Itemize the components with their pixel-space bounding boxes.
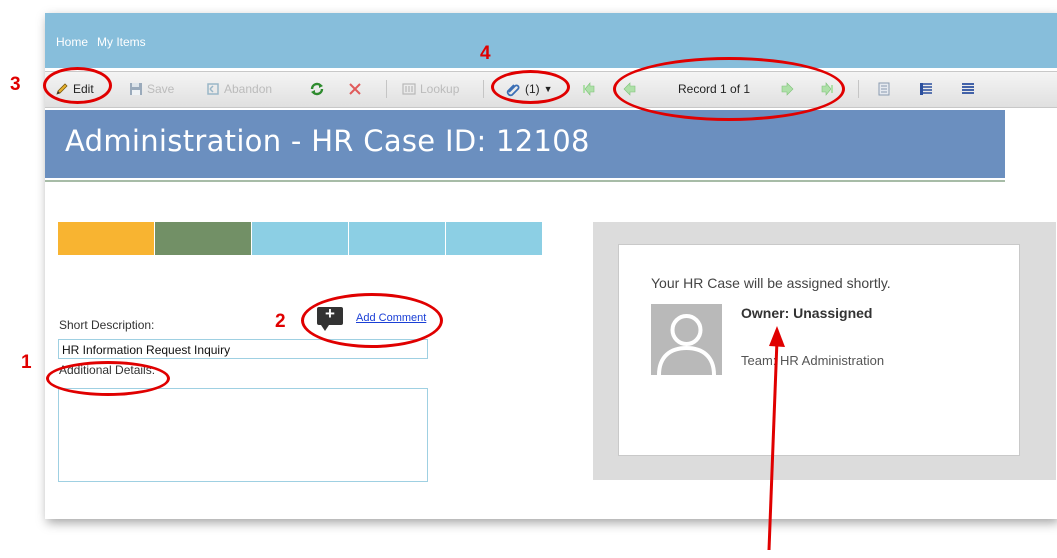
annotation-number-2: 2 [275,311,286,332]
owner-text: Owner: Unassigned [741,305,873,321]
undo-icon [207,83,219,95]
assignment-message: Your HR Case will be assigned shortly. [651,275,891,291]
progress-segment [349,222,445,255]
avatar [651,304,722,375]
delete-button[interactable] [348,80,362,98]
team-text: Team: HR Administration [741,353,885,368]
lookup-label: Lookup [420,82,460,96]
assignment-card: Your HR Case will be assigned shortly. O… [618,244,1020,456]
form-view-icon [878,82,890,96]
user-placeholder-icon [657,314,716,375]
save-label: Save [147,82,175,96]
nav-my-items[interactable]: My Items [97,35,146,49]
title-divider [45,180,1005,182]
annotation-circle-edit [43,67,112,104]
progress-segment [155,222,251,255]
nav-home[interactable]: Home [56,35,88,49]
annotation-circle-additional-details [46,361,170,396]
annotation-number-1: 1 [21,352,32,373]
annotation-number-4: 4 [480,43,491,64]
short-description-label: Short Description: [59,318,155,332]
progress-segment [446,222,542,255]
refresh-icon [310,82,324,96]
refresh-button[interactable] [309,80,325,98]
toolbar-divider [483,80,484,98]
toolbar-divider [386,80,387,98]
assignment-panel: Your HR Case will be assigned shortly. O… [593,222,1056,480]
short-description-value: HR Information Request Inquiry [62,343,231,357]
close-icon [349,83,361,95]
annotation-circle-attachments [491,70,570,104]
annotation-circle-add-comment [301,293,443,348]
detail-list-icon [920,83,932,95]
additional-details-field[interactable] [58,388,428,482]
list-view-button[interactable] [961,80,975,98]
first-arrow-icon [583,82,595,96]
status-progress-bar [58,222,543,255]
annotation-circle-record-nav [613,57,845,121]
floppy-disk-icon [130,83,142,95]
detail-view-button[interactable] [919,80,933,98]
lookup-icon [402,83,416,95]
lookup-button[interactable]: Lookup [402,80,459,98]
page-title-bar: Administration - HR Case ID: 12108 [45,110,1005,178]
first-record-button[interactable] [582,80,596,98]
abandon-button[interactable]: Abandon [206,80,272,98]
abandon-label: Abandon [224,82,273,96]
top-navigation: Home My Items [45,13,1057,68]
toolbar-divider [858,80,859,98]
page-title: Administration - HR Case ID: 12108 [65,124,590,158]
progress-segment [58,222,154,255]
save-button[interactable]: Save [129,80,174,98]
progress-segment [252,222,348,255]
annotation-number-3: 3 [10,74,21,95]
single-view-button[interactable] [877,80,891,98]
list-icon [962,83,974,94]
